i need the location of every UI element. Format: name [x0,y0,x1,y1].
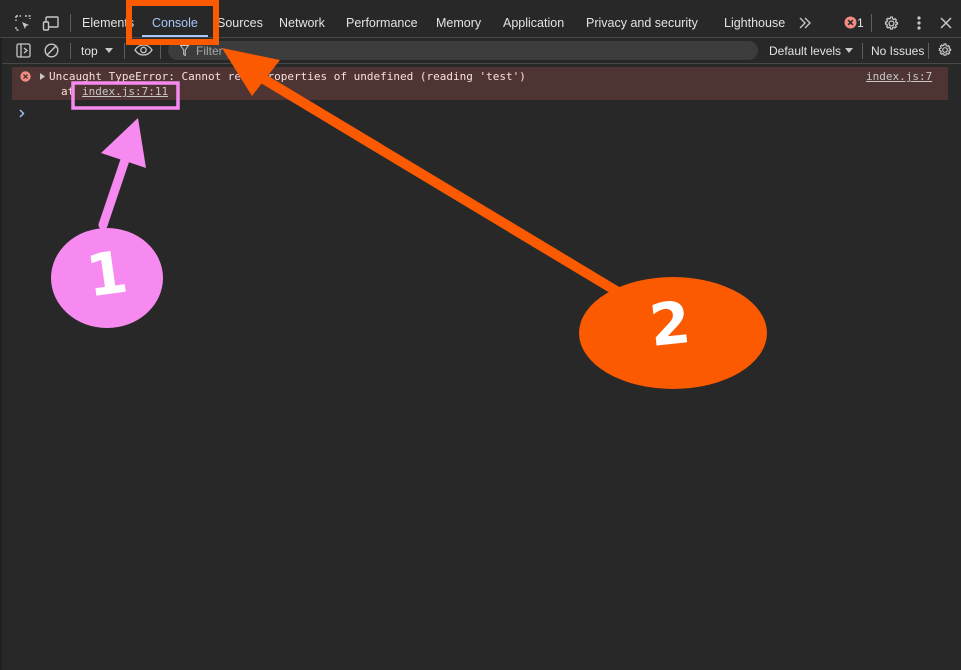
orange-highlight-box [126,0,219,45]
annotation-badge-1-number: 1 [82,237,132,311]
pink-highlight-box [71,81,180,110]
annotation-overlay [51,0,767,389]
annotation-badge-2-number: 2 [646,288,694,360]
pink-arrow-head [101,118,146,168]
pink-arrow-shaft [98,155,130,230]
orange-arrow-shaft [257,73,623,297]
